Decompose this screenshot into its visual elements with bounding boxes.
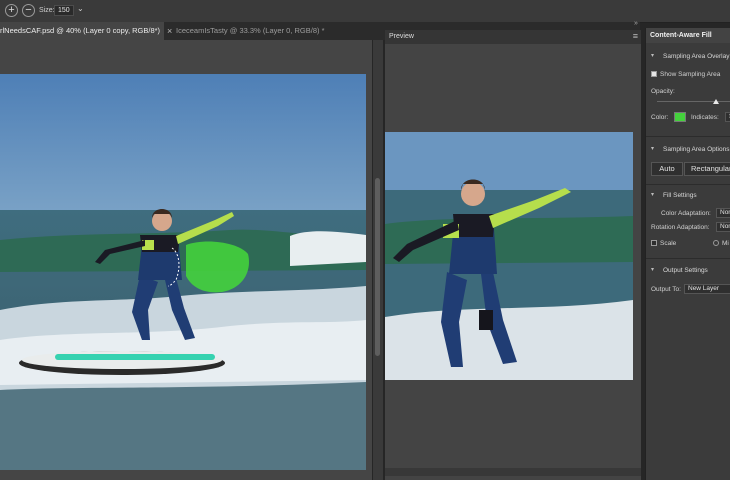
opacity-slider-track[interactable] [657,101,730,102]
options-bar: + − Size: 150 ⌄ [0,0,730,23]
tab-inactive-document[interactable]: IceceamIsTasty @ 33.3% (Layer 0, RGB/8) … [176,22,376,40]
zoom-in-icon[interactable]: + [5,4,18,17]
output-to-dropdown[interactable]: New Layer [684,284,730,294]
chevron-down-icon[interactable]: ▾ [651,191,654,198]
tab-active-document[interactable]: rlNeedsCAF.psd @ 40% (Layer 0 copy, RGB/… [0,22,164,40]
section-fill-settings[interactable]: Fill Settings [663,192,697,199]
size-input[interactable]: 150 [54,5,74,16]
rotation-adaptation-label: Rotation Adaptation: [651,224,710,231]
panel-collapse-icon[interactable]: » [634,20,638,27]
content-aware-fill-panel: » Content-Aware Fill ▾ Sampling Area Ove… [634,20,730,480]
preview-scrollbar[interactable] [385,468,641,476]
color-adaptation-dropdown[interactable]: Nor [716,208,730,218]
size-label: Size: [39,7,55,14]
chevron-down-icon[interactable]: ▾ [651,266,654,273]
tab-label: IceceamIsTasty @ 33.3% (Layer 0, RGB/8) … [176,26,325,35]
tab-label: rlNeedsCAF.psd @ 40% (Layer 0 copy, RGB/… [0,26,161,35]
mirror-checkbox[interactable] [713,240,719,246]
opacity-label: Opacity: [651,88,675,95]
color-adaptation-label: Color Adaptation: [661,210,711,217]
size-dropdown-icon[interactable]: ⌄ [77,4,84,13]
color-label: Color: [651,114,669,121]
preview-title: Preview [389,33,414,40]
scale-checkbox[interactable] [651,240,657,246]
mirror-label: Mi [722,240,729,247]
show-sampling-checkbox[interactable] [651,71,657,77]
zoom-out-icon[interactable]: − [22,4,35,17]
section-sampling-overlay[interactable]: Sampling Area Overlay [663,53,729,60]
preview-header: Preview ≡ [385,30,641,44]
rotation-adaptation-dropdown[interactable]: Non [716,222,730,232]
output-to-label: Output To: [651,286,681,293]
rectangular-button[interactable]: Rectangular [684,162,730,176]
chevron-down-icon[interactable]: ▾ [651,145,654,152]
tab-close-icon[interactable]: × [167,22,172,40]
divider [646,184,730,185]
overlay-color-swatch[interactable] [674,112,686,122]
divider [646,136,730,137]
show-sampling-label: Show Sampling Area [660,71,721,78]
preview-surfer-image [385,132,633,380]
section-output-settings[interactable]: Output Settings [663,267,708,274]
indicates-dropdown[interactable]: S [725,112,730,122]
section-sampling-options[interactable]: Sampling Area Options [663,146,729,153]
canvas-scroll-thumb[interactable] [375,178,380,356]
preview-menu-icon[interactable]: ≡ [633,31,638,41]
divider [646,258,730,259]
panel-title: Content-Aware Fill [650,32,712,39]
surfer-image [0,40,372,480]
scale-label: Scale [660,240,677,247]
preview-image [385,132,633,380]
document-canvas[interactable] [0,40,372,480]
indicates-label: Indicates: [691,114,719,121]
opacity-slider-handle[interactable] [713,99,719,104]
chevron-down-icon[interactable]: ▾ [651,52,654,59]
panel-title-tab[interactable]: Content-Aware Fill [646,28,730,43]
auto-button[interactable]: Auto [651,162,683,176]
